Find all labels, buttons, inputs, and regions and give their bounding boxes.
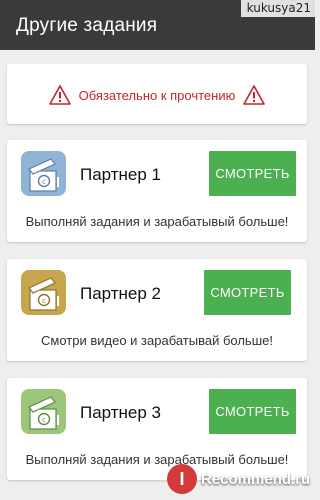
partner-name: Партнер 2 (80, 284, 162, 303)
watch-button[interactable]: СМОТРЕТЬ (209, 389, 296, 434)
site-badge-icon: I (167, 464, 197, 494)
page-title: Другие задания (16, 15, 158, 36)
svg-text:c: c (42, 416, 46, 424)
partner-card: c Партнер 1 СМОТРЕТЬ Выполняй задания и … (7, 140, 307, 242)
notice-card[interactable]: Обязательно к прочтению (7, 64, 307, 124)
site-watermark-text: Recommend.ru (201, 470, 311, 488)
partner-description: Смотри видео и зарабатывай больше! (41, 333, 273, 348)
site-watermark: I Recommend.ru (167, 462, 310, 496)
partner-box-icon: c (28, 396, 59, 430)
notice-text: Обязательно к прочтению (78, 87, 236, 103)
watch-button[interactable]: СМОТРЕТЬ (209, 151, 296, 196)
partner-card: c Партнер 2 СМОТРЕТЬ Смотри видео и зара… (7, 259, 307, 361)
partner-description: Выполняй задания и зарабатывый больше! (25, 214, 289, 229)
partner-logo: c (21, 389, 66, 434)
warning-icon (48, 85, 71, 105)
warning-icon (243, 85, 266, 105)
partner-name: Партнер 3 (80, 403, 162, 422)
partner-box-icon: c (28, 277, 59, 311)
user-watermark: kukusya21 (240, 0, 315, 17)
partner-logo: c (21, 151, 66, 196)
svg-text:c: c (42, 297, 46, 305)
partner-name: Партнер 1 (80, 165, 162, 184)
watch-button[interactable]: СМОТРЕТЬ (204, 270, 291, 315)
svg-text:c: c (42, 178, 46, 186)
partner-box-icon: c (28, 158, 59, 192)
partner-logo: c (21, 270, 66, 315)
